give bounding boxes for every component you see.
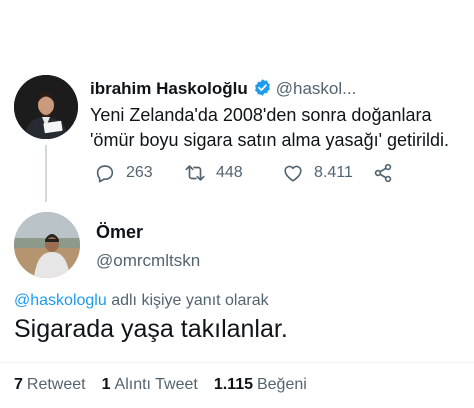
reply-author-name[interactable]: Ömer xyxy=(96,222,143,243)
retweets-stat[interactable]: 7 Retweet xyxy=(14,376,86,394)
parent-author-handle[interactable]: @haskol... xyxy=(276,79,357,98)
like-action[interactable]: 8.411 xyxy=(282,162,372,184)
parent-tweet-text: Yeni Zelanda'da 2008'den sonra doğanlara… xyxy=(90,105,450,150)
avatar-photo-icon xyxy=(14,212,80,278)
parent-tweet-header: ibrahim Haskoloğlu @haskol... xyxy=(90,78,356,99)
parent-author-avatar[interactable] xyxy=(14,75,78,139)
quote-tweets-stat[interactable]: 1 Alıntı Tweet xyxy=(102,376,198,394)
like-count: 8.411 xyxy=(314,164,353,181)
share-action[interactable] xyxy=(372,162,394,184)
reply-action[interactable]: 263 xyxy=(94,162,184,184)
replying-to-line: @haskologlu adlı kişiye yanıt olarak xyxy=(14,292,269,310)
divider xyxy=(0,362,474,363)
verified-badge-icon xyxy=(254,79,270,96)
replying-to-mention[interactable]: @haskologlu xyxy=(14,292,107,309)
retweet-icon xyxy=(185,165,205,181)
likes-stat-count: 1.115 xyxy=(213,376,253,393)
replying-to-label: adlı kişiye yanıt olarak xyxy=(106,292,269,309)
retweets-stat-count: 7 xyxy=(14,376,23,393)
reply-icon xyxy=(96,165,114,183)
retweets-stat-label: Retweet xyxy=(26,376,86,393)
parent-author-name[interactable]: ibrahim Haskoloğlu xyxy=(90,79,248,98)
likes-stat-label: Beğeni xyxy=(256,376,307,393)
parent-tweet-actions: 263 448 8.411 xyxy=(94,160,394,186)
reply-tweet-text: Sigarada yaşa takılanlar. xyxy=(14,315,288,343)
reply-author-handle[interactable]: @omrcmltskn xyxy=(96,251,200,271)
quote-tweets-stat-label: Alıntı Tweet xyxy=(114,376,198,393)
reply-count: 263 xyxy=(126,164,153,181)
retweet-action[interactable]: 448 xyxy=(184,162,282,184)
heart-icon xyxy=(284,165,302,182)
thread-connector-line xyxy=(45,145,47,202)
tweet-stats-bar: 7 Retweet 1 Alıntı Tweet 1.115 Beğeni xyxy=(14,376,323,394)
avatar-photo-icon xyxy=(14,75,78,139)
likes-stat[interactable]: 1.115 Beğeni xyxy=(214,376,307,394)
reply-author-avatar[interactable] xyxy=(14,212,80,278)
retweet-count: 448 xyxy=(216,164,243,181)
share-icon xyxy=(374,163,392,183)
quote-tweets-stat-count: 1 xyxy=(101,376,111,393)
